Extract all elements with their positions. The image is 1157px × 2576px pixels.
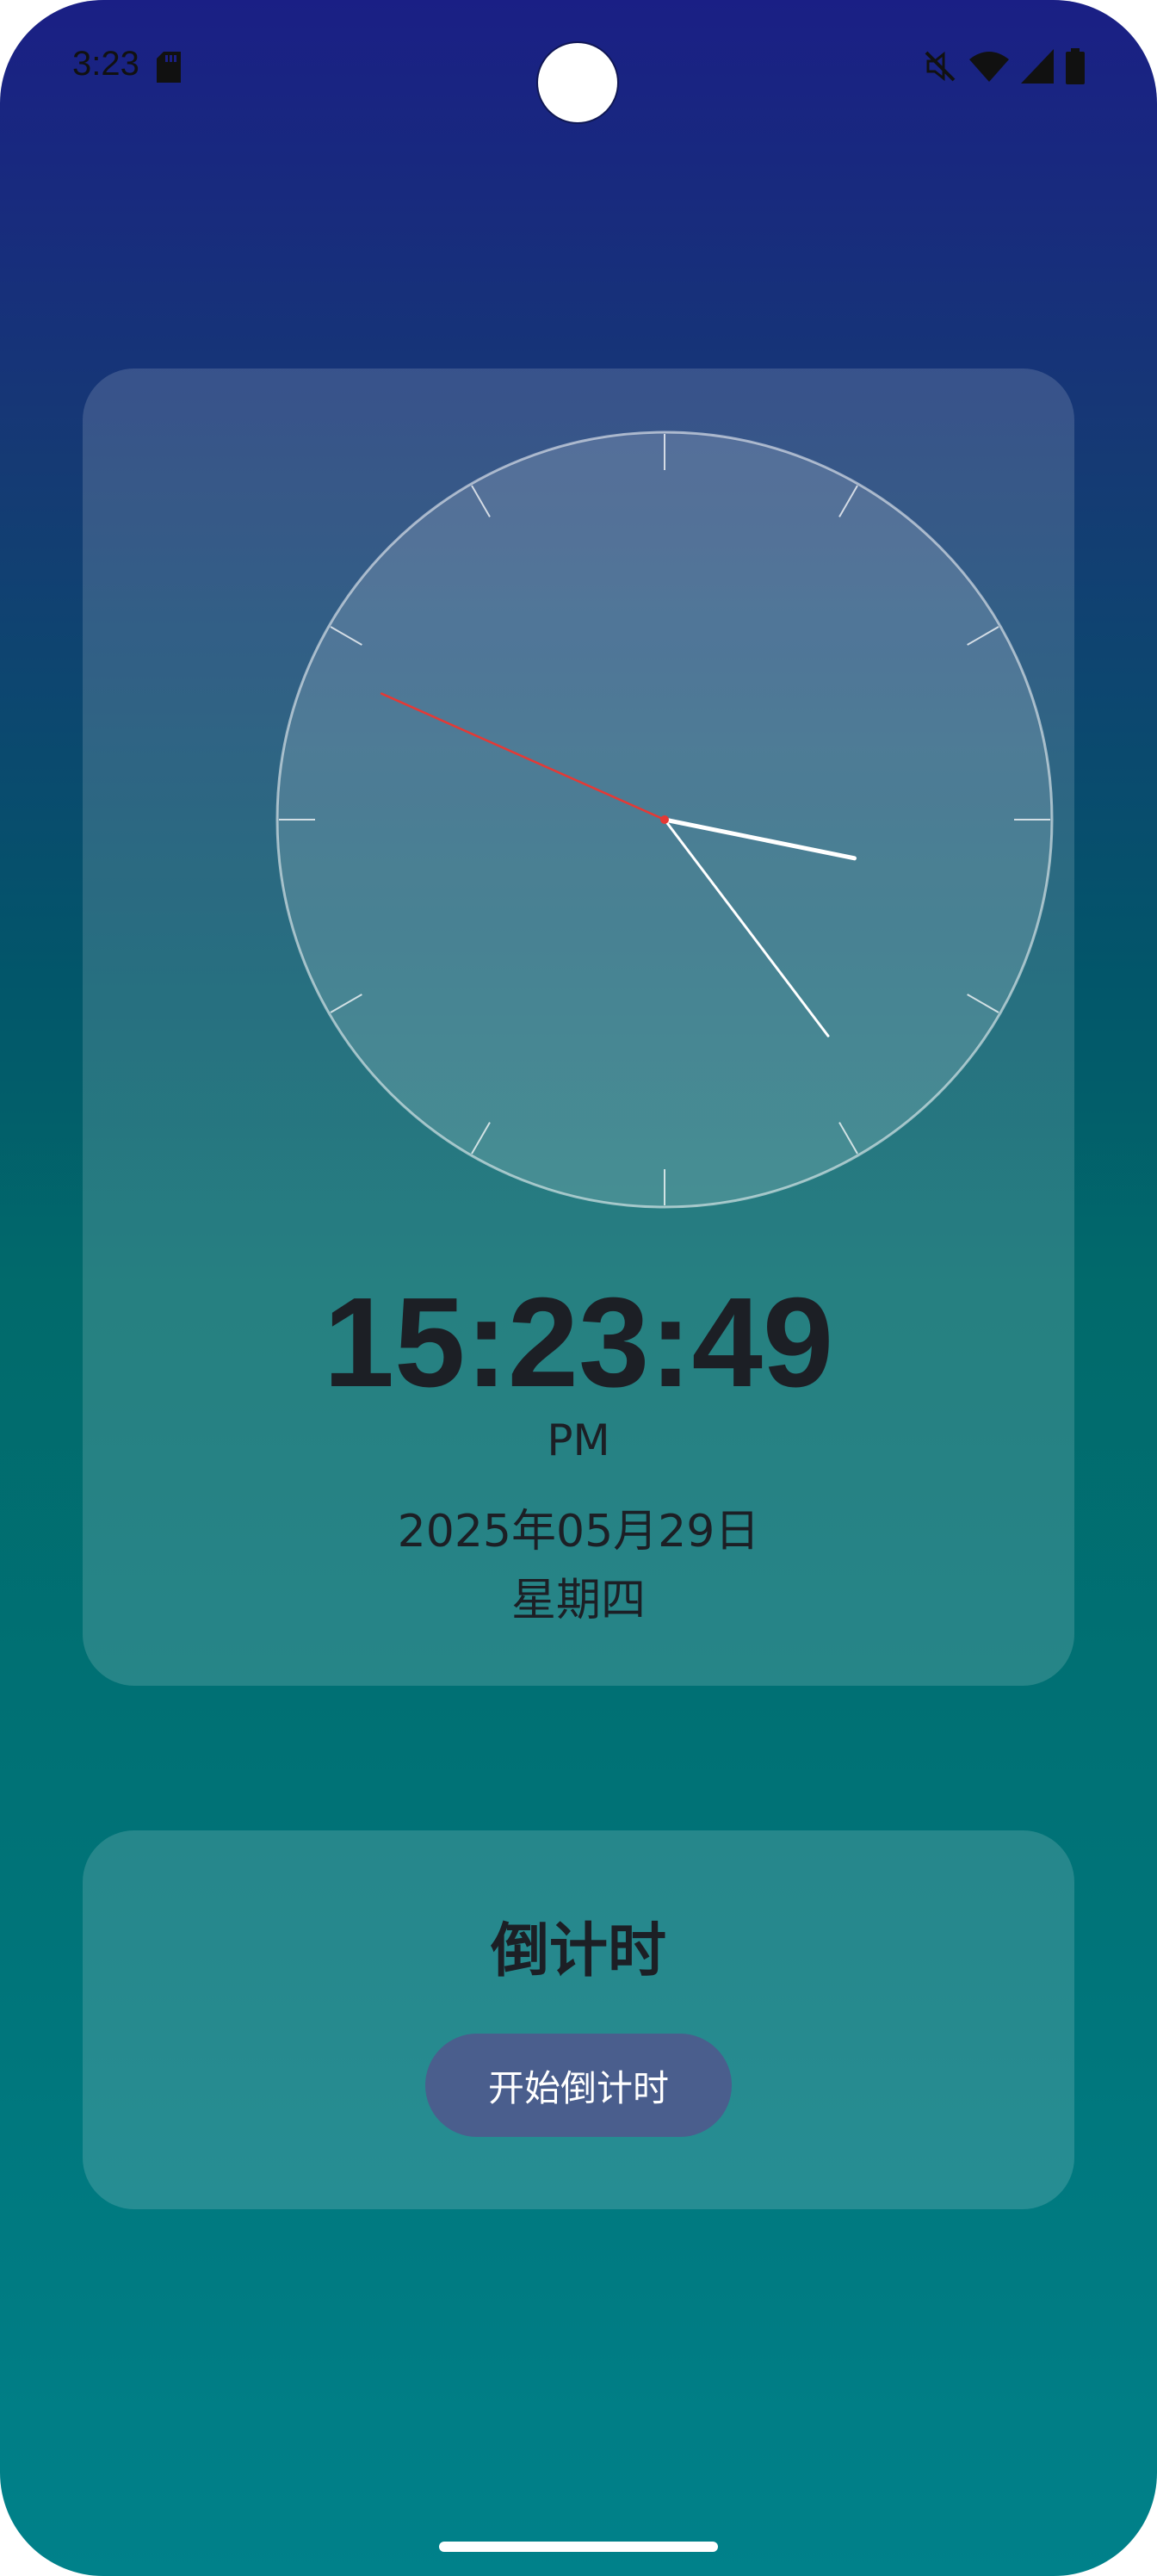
status-bar: 3:23 bbox=[0, 0, 1157, 138]
status-icons bbox=[923, 48, 1085, 84]
countdown-card: 倒计时 开始倒计时 bbox=[83, 1830, 1074, 2209]
start-countdown-button[interactable]: 开始倒计时 bbox=[425, 2034, 732, 2137]
clock-card: 15:23:49 PM 2025年05月29日 星期四 bbox=[83, 368, 1074, 1686]
app-screen: 3:23 15:23:49 PM 2025年05月29日 星期四 倒计时 开始倒… bbox=[0, 0, 1157, 2576]
date-label: 2025年05月29日 bbox=[397, 1506, 760, 1557]
sd-card-icon bbox=[157, 52, 181, 86]
countdown-title: 倒计时 bbox=[490, 1917, 666, 1985]
weekday-label: 星期四 bbox=[510, 1575, 646, 1626]
battery-icon bbox=[1066, 48, 1085, 84]
signal-icon bbox=[1021, 49, 1054, 84]
digital-time: 15:23:49 bbox=[323, 1272, 834, 1414]
mute-icon bbox=[923, 49, 957, 84]
analog-clock bbox=[275, 430, 1054, 1209]
wifi-icon bbox=[969, 49, 1009, 84]
camera-cutout bbox=[538, 43, 617, 122]
home-indicator[interactable] bbox=[439, 2542, 718, 2552]
status-time: 3:23 bbox=[72, 45, 139, 83]
ampm-label: PM bbox=[547, 1415, 610, 1465]
clock-center-dot bbox=[660, 815, 669, 824]
